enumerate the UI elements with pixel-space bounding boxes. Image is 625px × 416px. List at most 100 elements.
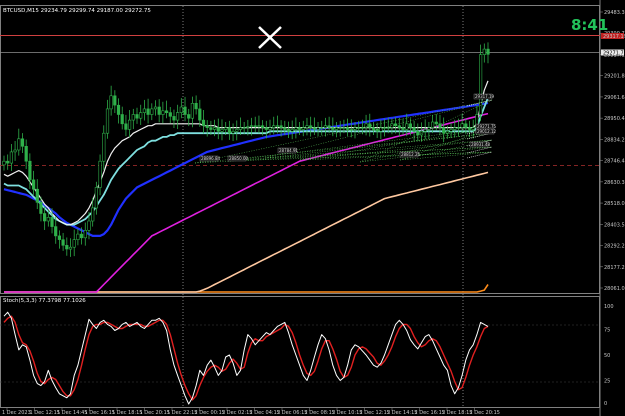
- candle: [368, 113, 372, 137]
- bear-candle-body: [486, 48, 490, 55]
- candle-timer: 8:41: [571, 16, 608, 34]
- bear-candle-body: [116, 104, 121, 115]
- candle: [153, 100, 158, 116]
- candle: [6, 154, 10, 170]
- osc-axis-label: 100: [604, 304, 614, 310]
- candle: [449, 122, 453, 139]
- price-axis-label: 28061.05: [604, 286, 625, 292]
- candle: [312, 117, 317, 136]
- candle: [323, 117, 328, 137]
- bull-candle-body: [105, 108, 110, 134]
- candle: [168, 107, 172, 124]
- bull-candle-body: [386, 127, 390, 129]
- bull-candle-body: [294, 127, 298, 130]
- bull-candle-body: [305, 125, 309, 128]
- time-axis-label: 2 Dec 16:15: [415, 410, 445, 416]
- bear-candle-body: [309, 125, 313, 128]
- bull-candle-body: [224, 127, 228, 130]
- bear-candle-body: [168, 112, 172, 117]
- bull-candle-body: [272, 125, 276, 128]
- candle: [105, 99, 110, 139]
- bear-candle-body: [408, 123, 413, 128]
- price-axis: 29483.3929399.7629317.1929201.8129061.68…: [600, 10, 625, 292]
- bull-candle-body: [482, 48, 486, 55]
- bear-candle-body: [54, 226, 58, 237]
- bull-candle-body: [445, 131, 450, 134]
- bear-candle-body: [368, 123, 372, 128]
- bull-candle-body: [430, 121, 435, 128]
- price-axis-label: 28518.00: [604, 201, 625, 207]
- bull-candle-body: [334, 127, 339, 130]
- price-tag: 28896.84: [199, 155, 221, 162]
- time-axis-label: 2 Dec 02:15: [222, 410, 252, 416]
- bear-candle-body: [327, 125, 331, 128]
- fan-ray: [264, 146, 493, 159]
- time-axis-label: 2 Dec 20:15: [470, 410, 500, 416]
- bear-candle-body: [113, 95, 117, 106]
- bear-candle-body: [165, 110, 169, 114]
- candle: [194, 95, 198, 115]
- candle: [135, 107, 139, 124]
- candle: [183, 96, 187, 122]
- time-axis-label: 2 Dec 14:15: [387, 410, 417, 416]
- candle: [309, 116, 313, 137]
- bear-candle-body: [187, 114, 191, 119]
- candle: [31, 170, 36, 195]
- bull-candle-body: [72, 239, 76, 248]
- candle: [401, 118, 405, 136]
- bull-candle-body: [13, 149, 17, 153]
- time-axis-label: 1 Dec 14:45: [57, 410, 87, 416]
- stoch-signal-line: [3, 315, 489, 401]
- price-axis-label: 28292.21: [604, 244, 625, 250]
- candle: [345, 118, 350, 137]
- candle: [371, 121, 376, 136]
- bull-candle-body: [290, 129, 294, 132]
- candle: [72, 229, 76, 257]
- close-icon[interactable]: [258, 26, 282, 49]
- bull-candle-body: [142, 108, 147, 113]
- candle: [20, 133, 25, 153]
- bear-candle-body: [172, 116, 176, 121]
- bear-candle-body: [146, 108, 150, 115]
- bear-candle-body: [6, 160, 10, 164]
- bull-candle-body: [179, 106, 183, 113]
- price-axis-label: 28834.23: [604, 137, 625, 143]
- candle: [423, 119, 427, 140]
- candle: [467, 120, 472, 138]
- candle: [161, 101, 165, 124]
- bull-candle-body: [9, 151, 14, 164]
- moving-averages: [3, 80, 489, 293]
- bear-candle-body: [371, 127, 376, 130]
- bull-candle-body: [301, 127, 305, 130]
- candle: [253, 116, 257, 133]
- candle: [139, 104, 143, 125]
- candle: [316, 121, 320, 137]
- candle: [438, 114, 442, 136]
- bull-candle-body: [2, 160, 6, 166]
- candle: [190, 96, 195, 128]
- price-axis-label: 28177.28: [604, 265, 625, 271]
- bull-candle-body: [456, 127, 461, 129]
- bull-candle-body: [342, 127, 346, 129]
- bull-candle-body: [235, 129, 239, 132]
- bull-candle-body: [161, 110, 165, 115]
- bear-candle-body: [57, 235, 61, 240]
- candle: [412, 120, 416, 141]
- candle: [231, 123, 235, 142]
- candle: [257, 115, 261, 134]
- bull-candle-body: [405, 123, 409, 130]
- candle: [120, 106, 124, 130]
- bull-candle-body: [98, 160, 102, 188]
- bear-candle-body: [283, 127, 287, 130]
- bull-candle-body: [190, 103, 195, 119]
- bull-candle-body: [68, 246, 73, 250]
- stochastic-oscillator: [3, 311, 489, 405]
- price-tag-text: 29317.19: [475, 94, 495, 99]
- price-axis-label: 28746.48: [604, 159, 625, 165]
- candle: [216, 118, 220, 140]
- candle: [24, 139, 28, 170]
- bull-candle-body: [316, 127, 320, 130]
- bull-candle-body: [427, 127, 431, 130]
- candle: [102, 125, 106, 171]
- bear-candle-body: [31, 179, 36, 190]
